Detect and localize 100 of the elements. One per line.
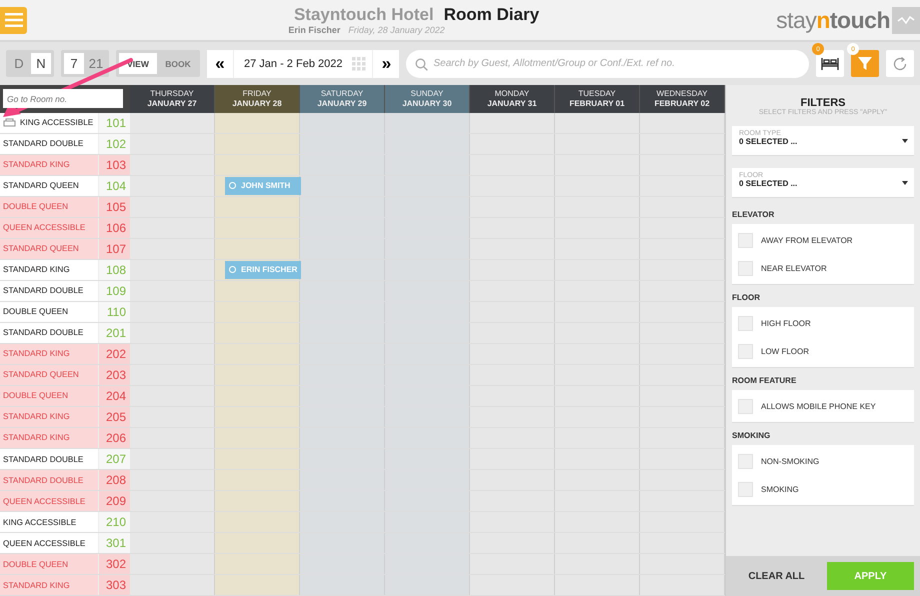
diary-cell[interactable]	[215, 112, 300, 133]
diary-cell[interactable]	[300, 112, 385, 133]
diary-cell[interactable]	[300, 154, 385, 175]
room-search-field[interactable]: Go to Room no.	[3, 89, 123, 108]
diary-cell[interactable]	[300, 344, 385, 364]
diary-cell[interactable]	[385, 491, 470, 512]
diary-cell[interactable]	[215, 280, 300, 301]
shift-option[interactable]: N	[31, 53, 51, 74]
checkbox[interactable]	[738, 316, 753, 330]
filter-button[interactable]	[851, 50, 879, 77]
date-range[interactable]: 27 Jan - 2 Feb 2022	[234, 58, 352, 70]
checkbox[interactable]	[738, 398, 753, 414]
checkbox[interactable]	[738, 454, 753, 468]
calendar-grid-icon[interactable]	[352, 56, 366, 70]
diary-cell[interactable]	[300, 260, 385, 280]
filter-option[interactable]: AWAY FROM ELEVATOR	[732, 226, 914, 254]
diary-cell[interactable]	[385, 364, 470, 385]
range-option[interactable]: 7	[64, 53, 84, 74]
diary-cell[interactable]	[300, 449, 385, 470]
diary-cell[interactable]	[300, 322, 385, 343]
menu-button[interactable]	[0, 6, 27, 34]
diary-cell[interactable]	[385, 218, 470, 238]
diary-cell[interactable]	[300, 302, 385, 322]
filter-option[interactable]: NON-SMOKING	[732, 447, 914, 475]
room-type-cell: STANDARD KING	[0, 260, 98, 280]
diary-cell[interactable]	[300, 364, 385, 385]
diary-cell[interactable]	[385, 302, 470, 322]
room-number-cell: 209	[98, 491, 130, 512]
diary-cell[interactable]	[215, 364, 300, 385]
diary-cell[interactable]	[300, 491, 385, 512]
diary-cell[interactable]	[300, 196, 385, 217]
filter-option[interactable]: LOW FLOOR	[732, 337, 914, 365]
filter-option[interactable]: NEAR ELEVATOR	[732, 254, 914, 282]
diary-cell[interactable]	[300, 176, 385, 196]
diary-cell[interactable]	[385, 386, 470, 406]
search-field[interactable]: Search by Guest, Allotment/Group or Conf./Ext. ref no.	[406, 50, 809, 78]
previous-button[interactable]: «	[207, 50, 234, 78]
diary-cell[interactable]	[385, 554, 470, 574]
diary-cell[interactable]	[215, 449, 300, 470]
diary-cell[interactable]	[385, 196, 470, 217]
refresh-button[interactable]	[886, 50, 914, 77]
diary-cell[interactable]	[385, 533, 470, 554]
diary-cell[interactable]	[215, 428, 300, 448]
clear-all-button[interactable]: CLEAR ALL	[726, 570, 827, 582]
next-button[interactable]: »	[372, 50, 400, 78]
diary-cell[interactable]	[215, 238, 300, 259]
diary-cell[interactable]	[215, 512, 300, 532]
diary-cell[interactable]	[385, 449, 470, 470]
diary-cell[interactable]	[385, 322, 470, 343]
checkbox[interactable]	[738, 260, 753, 276]
diary-cell[interactable]	[385, 134, 470, 154]
diary-cell[interactable]	[215, 470, 300, 490]
diary-cell[interactable]	[300, 470, 385, 490]
diary-cell[interactable]	[215, 554, 300, 574]
diary-cell[interactable]	[300, 134, 385, 154]
room-number-cell: 201	[98, 322, 130, 343]
diary-cell[interactable]	[215, 406, 300, 427]
diary-cell[interactable]	[300, 238, 385, 259]
diary-cell[interactable]	[300, 386, 385, 406]
filter-option[interactable]: SMOKING	[732, 475, 914, 503]
diary-cell[interactable]	[385, 470, 470, 490]
diary-cell[interactable]	[215, 134, 300, 154]
activity-button[interactable]	[892, 6, 920, 34]
room-number-cell: 205	[98, 406, 130, 427]
checkbox[interactable]	[738, 344, 753, 358]
diary-cell[interactable]	[215, 302, 300, 322]
filter-option[interactable]: ALLOWS MOBILE PHONE KEY	[732, 392, 914, 420]
diary-cell[interactable]	[300, 512, 385, 532]
diary-cell[interactable]	[300, 218, 385, 238]
diary-cell[interactable]	[215, 196, 300, 217]
diary-cell[interactable]	[215, 533, 300, 554]
rooms-button[interactable]	[816, 50, 844, 77]
diary-cell[interactable]	[300, 406, 385, 427]
diary-cell[interactable]	[215, 218, 300, 238]
checkbox[interactable]	[738, 232, 753, 248]
diary-cell[interactable]	[215, 575, 300, 596]
mode-option[interactable]: VIEW	[119, 53, 157, 74]
diary-cell[interactable]	[385, 512, 470, 532]
diary-cell[interactable]	[385, 428, 470, 448]
diary-cell[interactable]	[385, 344, 470, 364]
diary-cell[interactable]	[300, 533, 385, 554]
checkbox[interactable]	[738, 482, 753, 496]
diary-cell[interactable]	[385, 112, 470, 133]
diary-cell[interactable]	[215, 386, 300, 406]
diary-cell[interactable]	[385, 238, 470, 259]
diary-cell[interactable]	[300, 428, 385, 448]
diary-cell[interactable]	[215, 344, 300, 364]
filter-option[interactable]: HIGH FLOOR	[732, 309, 914, 337]
diary-cell[interactable]	[385, 280, 470, 301]
diary-cell[interactable]	[385, 260, 470, 280]
diary-cell[interactable]	[300, 554, 385, 574]
diary-cell[interactable]	[385, 154, 470, 175]
diary-cell[interactable]	[215, 491, 300, 512]
diary-cell[interactable]	[385, 575, 470, 596]
diary-cell[interactable]	[385, 406, 470, 427]
diary-cell[interactable]	[215, 154, 300, 175]
diary-cell[interactable]	[300, 575, 385, 596]
diary-cell[interactable]	[385, 176, 470, 196]
diary-cell[interactable]	[300, 280, 385, 301]
diary-cell[interactable]	[215, 322, 300, 343]
